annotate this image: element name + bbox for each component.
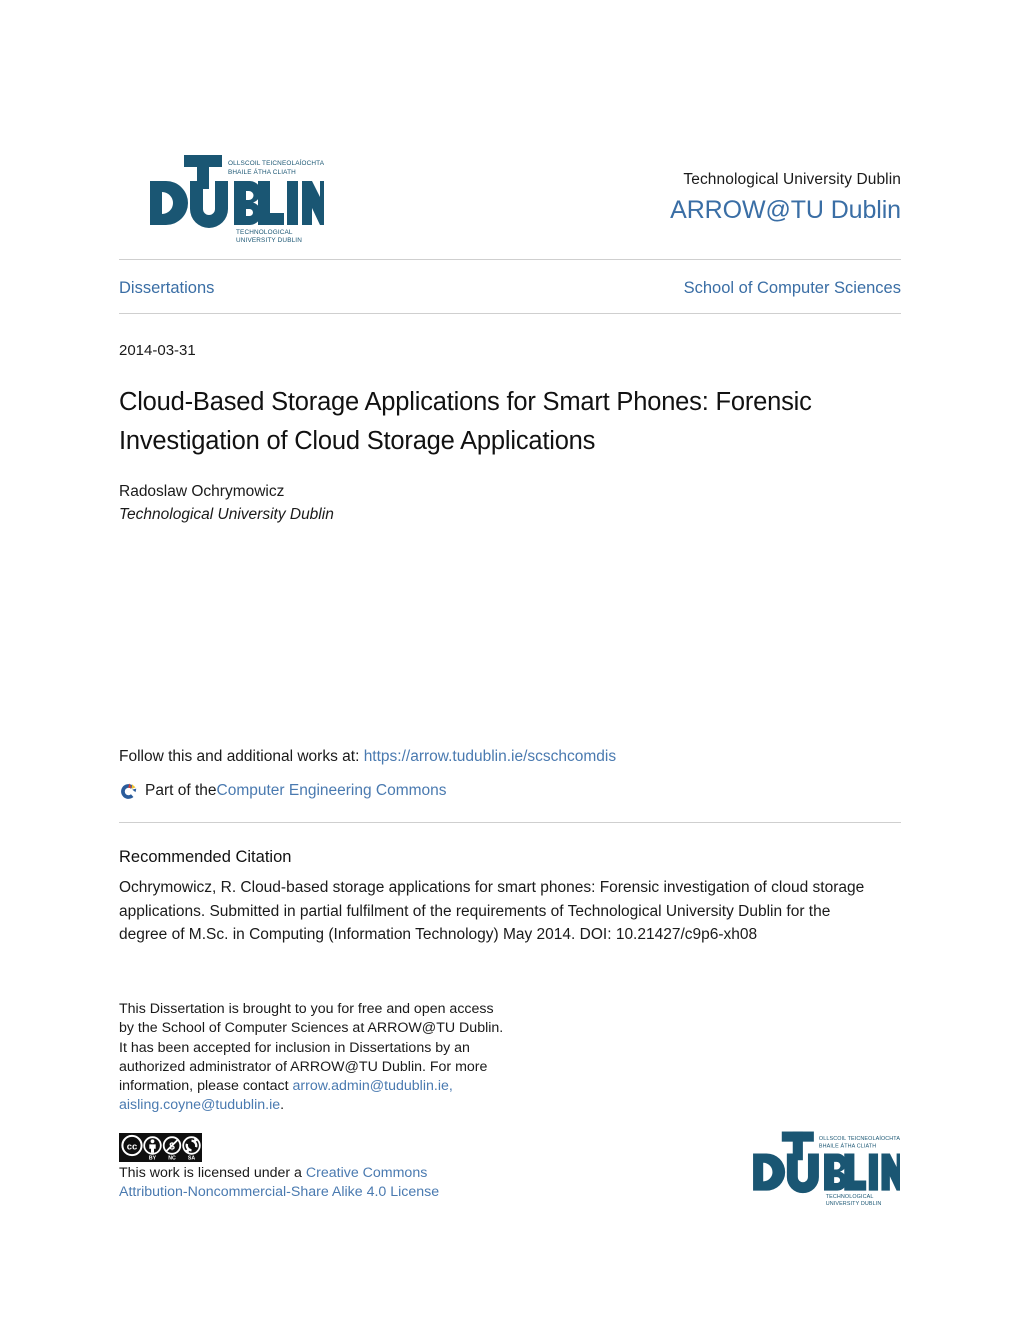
cc-mark-nc: NC	[168, 1156, 176, 1162]
license-link-line1[interactable]: Creative Commons	[306, 1165, 427, 1181]
logo-english-line1: TECHNOLOGICAL	[236, 229, 293, 236]
commons-link[interactable]: Computer Engineering Commons	[217, 779, 447, 803]
tu-dublin-logo: OLLSCOIL TEICNEOLAÍOCHTA BHAILE ÁTHA CLI…	[144, 151, 324, 243]
logo-english-line2: UNIVERSITY DUBLIN	[236, 237, 302, 243]
logo-footer-irish-line1: OLLSCOIL TEICNEOLAÍOCHTA	[819, 1135, 900, 1142]
breadcrumb: Dissertations School of Computer Science…	[119, 276, 901, 302]
logo-footer-english-line1: TECHNOLOGICAL	[826, 1194, 874, 1200]
contact-email-1[interactable]: arrow.admin@tudublin.ie,	[293, 1078, 453, 1094]
page-title: Cloud-Based Storage Applications for Sma…	[119, 388, 812, 455]
repository-title[interactable]: ARROW@TU Dublin	[481, 193, 901, 227]
author-affiliation: Technological University Dublin	[119, 506, 334, 523]
school-link[interactable]: School of Computer Sciences	[684, 276, 901, 300]
access-statement: This Dissertation is brought to you for …	[119, 1000, 509, 1116]
recommended-citation-block: Recommended Citation Ochrymowicz, R. Clo…	[119, 845, 879, 947]
tu-dublin-logo-footer: OLLSCOIL TEICNEOLAÍOCHTA BHAILE ÁTHA CLI…	[748, 1128, 900, 1206]
license-statement: This work is licensed under a Creative C…	[119, 1164, 519, 1203]
follow-block: Follow this and additional works at: htt…	[119, 745, 879, 803]
cc-mark-sa: SA	[188, 1156, 195, 1162]
follow-prefix: Follow this and additional works at:	[119, 748, 364, 765]
license-link-line2[interactable]: Attribution-Noncommercial-Share Alike 4.…	[119, 1184, 439, 1200]
follow-line: Follow this and additional works at: htt…	[119, 745, 879, 769]
university-name: Technological University Dublin	[683, 171, 901, 188]
divider-above-citation	[119, 822, 901, 823]
access-statement-end: .	[280, 1097, 285, 1114]
header-titles: Technological University Dublin ARROW@TU…	[481, 170, 901, 227]
tu-dublin-logo-footer-icon: OLLSCOIL TEICNEOLAÍOCHTA BHAILE ÁTHA CLI…	[753, 1131, 900, 1206]
follow-url-link[interactable]: https://arrow.tudublin.ie/scschcomdis	[364, 748, 616, 765]
citation-heading: Recommended Citation	[119, 848, 292, 866]
svg-text:cc: cc	[127, 1141, 138, 1152]
part-of-line: Part of the Computer Engineering Commons	[119, 779, 879, 803]
cc-by-nc-sa-badge[interactable]: cc $ BY NC SA	[119, 1133, 202, 1162]
tu-dublin-logo-icon: OLLSCOIL TEICNEOLAÍOCHTA BHAILE ÁTHA CLI…	[150, 155, 324, 243]
digital-commons-network-icon	[119, 782, 138, 801]
license-prefix: This work is licensed under a	[119, 1165, 306, 1181]
logo-footer-english-line2: UNIVERSITY DUBLIN	[826, 1201, 882, 1206]
citation-text: Ochrymowicz, R. Cloud-based storage appl…	[119, 879, 865, 943]
cc-mark-by: BY	[149, 1156, 157, 1162]
logo-footer-irish-line2: BHAILE ÁTHA CLIATH	[819, 1143, 876, 1150]
contact-email-2[interactable]: aisling.coyne@tudublin.ie	[119, 1097, 280, 1113]
document-page: OLLSCOIL TEICNEOLAÍOCHTA BHAILE ÁTHA CLI…	[0, 0, 1020, 1320]
author-block: Radoslaw Ochrymowicz Technological Unive…	[119, 480, 719, 526]
part-of-prefix: Part of the	[145, 782, 217, 799]
divider-top	[119, 259, 901, 260]
collection-link[interactable]: Dissertations	[119, 276, 214, 300]
author-name: Radoslaw Ochrymowicz	[119, 483, 285, 500]
logo-irish-line2: BHAILE ÁTHA CLIATH	[228, 167, 296, 176]
divider-under-nav	[119, 313, 901, 314]
logo-irish-line1: OLLSCOIL TEICNEOLAÍOCHTA	[228, 158, 324, 167]
publication-date: 2014-03-31	[119, 342, 196, 359]
page-header: OLLSCOIL TEICNEOLAÍOCHTA BHAILE ÁTHA CLI…	[119, 146, 901, 246]
